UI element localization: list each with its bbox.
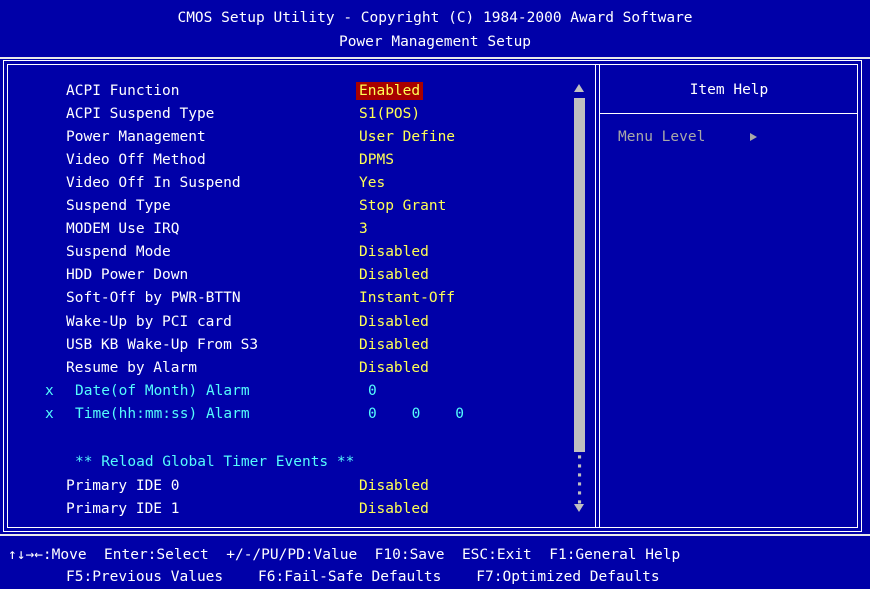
setting-usb-kb-wake-value[interactable]: Disabled (359, 336, 429, 354)
header-divider (0, 57, 870, 59)
footer-keys-line1: ↑↓→←:Move Enter:Select +/-/PU/PD:Value F… (8, 547, 681, 563)
setting-video-off-method-value[interactable]: DPMS (359, 151, 394, 169)
setting-modem-use-irq-value[interactable]: 3 (359, 220, 368, 238)
setting-video-off-in-suspend-label[interactable]: Video Off In Suspend (66, 174, 241, 192)
setting-wake-pci-label[interactable]: Wake-Up by PCI card (66, 313, 232, 331)
help-divider (600, 113, 858, 114)
setting-video-off-method-label[interactable]: Video Off Method (66, 151, 206, 169)
setting-primary-ide-0-value[interactable]: Disabled (359, 477, 429, 495)
setting-hdd-power-down-label[interactable]: HDD Power Down (66, 266, 188, 284)
setting-suspend-type-value[interactable]: Stop Grant (359, 197, 446, 215)
scrollbar-track-dots: ▪ ▪ ▪ ▪ ▪ ▪ (577, 452, 582, 506)
setting-modem-use-irq-label[interactable]: MODEM Use IRQ (66, 220, 180, 238)
item-help-title: Item Help (689, 82, 769, 98)
setting-date-alarm-label: Date(of Month) Alarm (75, 383, 250, 399)
setting-video-off-in-suspend-value[interactable]: Yes (359, 174, 385, 192)
footer-keys-line2: F5:Previous Values F6:Fail-Safe Defaults… (66, 569, 660, 585)
setting-wake-pci-value[interactable]: Disabled (359, 313, 429, 331)
setting-power-management-label[interactable]: Power Management (66, 128, 206, 146)
disabled-marker: x (45, 406, 54, 422)
setting-acpi-suspend-type-label[interactable]: ACPI Suspend Type (66, 105, 214, 123)
header-title: CMOS Setup Utility - Copyright (C) 1984-… (177, 10, 693, 26)
panel-divider-inner (599, 64, 600, 528)
disabled-marker: x (45, 383, 54, 399)
panel-divider (595, 64, 596, 528)
setting-resume-by-alarm-value[interactable]: Disabled (359, 359, 429, 377)
setting-time-alarm-label: Time(hh:mm:ss) Alarm (75, 406, 250, 422)
setting-primary-ide-1-value[interactable]: Disabled (359, 500, 429, 518)
setting-hdd-power-down-value[interactable]: Disabled (359, 266, 429, 284)
setting-acpi-function-label[interactable]: ACPI Function (66, 82, 180, 100)
setting-power-management-value[interactable]: User Define (359, 128, 455, 146)
section-heading-reload-timer: ** Reload Global Timer Events ** (75, 454, 355, 470)
menu-level-label: Menu Level (618, 129, 706, 145)
setting-usb-kb-wake-label[interactable]: USB KB Wake-Up From S3 (66, 336, 258, 354)
setting-soft-off-label[interactable]: Soft-Off by PWR-BTTN (66, 289, 241, 307)
setting-time-alarm-value: 0 0 0 (368, 406, 465, 422)
setting-suspend-mode-value[interactable]: Disabled (359, 243, 429, 261)
setting-acpi-function-value[interactable]: Enabled (356, 82, 424, 100)
page-title: Power Management Setup (338, 34, 532, 50)
footer-divider (0, 534, 870, 536)
menu-level-arrow-icon (750, 133, 757, 141)
setting-primary-ide-1-label[interactable]: Primary IDE 1 (66, 500, 180, 518)
setting-resume-by-alarm-label[interactable]: Resume by Alarm (66, 359, 197, 377)
setting-primary-ide-0-label[interactable]: Primary IDE 0 (66, 477, 180, 495)
scroll-down-icon[interactable] (574, 504, 584, 512)
setting-soft-off-value[interactable]: Instant-Off (359, 289, 455, 307)
setting-acpi-suspend-type-value[interactable]: S1(POS) (359, 105, 420, 123)
scrollbar[interactable] (574, 98, 585, 452)
scroll-up-icon[interactable] (574, 84, 584, 92)
setting-date-alarm-value: 0 (368, 383, 377, 399)
setting-suspend-type-label[interactable]: Suspend Type (66, 197, 171, 215)
setting-suspend-mode-label[interactable]: Suspend Mode (66, 243, 171, 261)
